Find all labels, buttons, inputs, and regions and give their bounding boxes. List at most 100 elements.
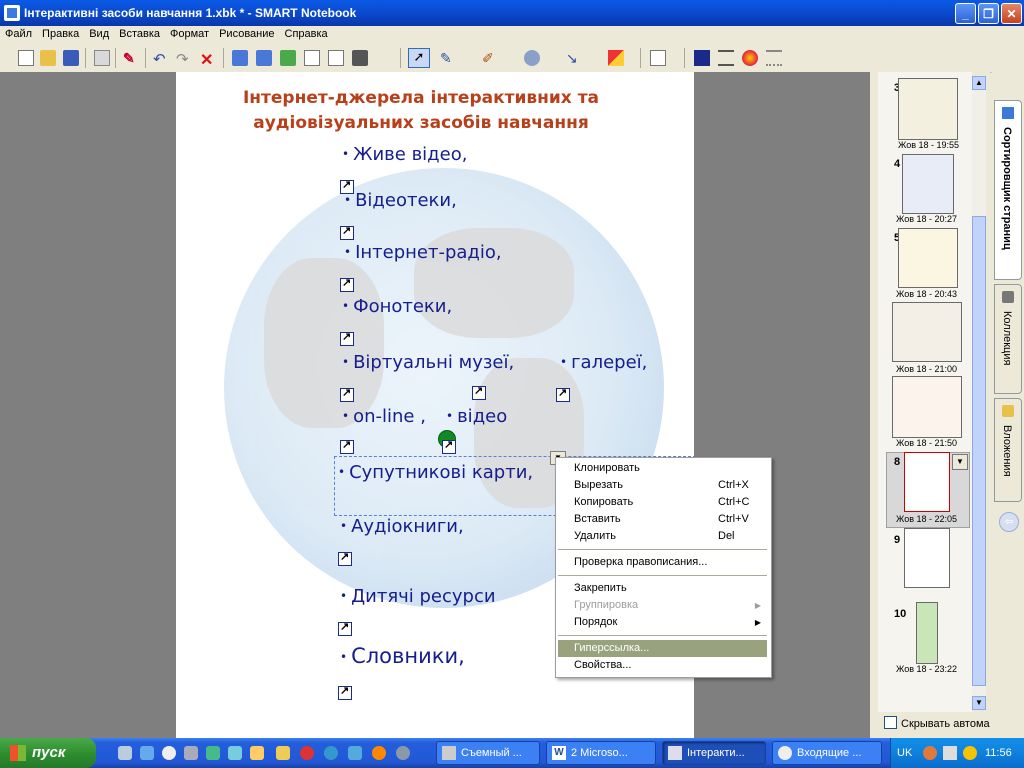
list-item[interactable]: • Інтернет-радіо, [344, 242, 502, 263]
line-width-icon[interactable] [718, 50, 734, 66]
quicklaunch-icon[interactable] [276, 746, 290, 760]
quicklaunch-icon[interactable] [372, 746, 386, 760]
tray-expand-icon[interactable] [923, 746, 937, 760]
list-item[interactable]: • Дитячі ресурси [340, 586, 496, 607]
menu-view[interactable]: Вид [84, 26, 114, 40]
quicklaunch-icon[interactable] [140, 746, 154, 760]
hyperlink-icon[interactable] [442, 438, 456, 454]
shapes-tool-icon[interactable] [608, 50, 624, 66]
quicklaunch-icon[interactable] [118, 746, 132, 760]
window-title-bar[interactable]: Інтерактивні засоби навчання 1.xbk * - S… [0, 0, 1024, 26]
sorter-scrollbar[interactable]: ▲ ▼ [972, 76, 986, 710]
line-tool-icon[interactable]: ↘ [566, 50, 582, 66]
page-thumbnail-10[interactable] [916, 602, 938, 664]
page-thumbnail-3[interactable] [898, 78, 958, 140]
quicklaunch-icon[interactable] [324, 746, 338, 760]
taskbar-item[interactable]: Съемный ... [436, 741, 540, 765]
hyperlink-icon[interactable] [338, 684, 352, 700]
list-item[interactable]: • Живе відео, [342, 144, 467, 165]
menu-item-properties[interactable]: Свойства... [558, 657, 767, 674]
add-page-icon[interactable] [280, 50, 296, 66]
quicklaunch-icon[interactable] [184, 746, 198, 760]
tray-icon[interactable] [943, 746, 957, 760]
hyperlink-icon[interactable] [338, 620, 352, 636]
quicklaunch-icon[interactable] [206, 746, 220, 760]
menu-edit[interactable]: Правка [37, 26, 84, 40]
autohide-checkbox[interactable] [884, 716, 897, 729]
list-item[interactable]: • on-line , [342, 406, 426, 427]
hyperlink-icon[interactable] [340, 386, 354, 402]
menu-item-paste[interactable]: Вставить Ctrl+V [558, 511, 767, 528]
hyperlink-icon[interactable] [340, 330, 354, 346]
menu-item-lock[interactable]: Закрепить [558, 580, 767, 597]
camera-icon[interactable] [352, 50, 368, 66]
eraser-icon[interactable] [524, 50, 540, 66]
page-thumbnail-9[interactable] [904, 528, 950, 588]
paste-icon[interactable] [94, 50, 110, 66]
undo-icon[interactable]: ↶ [153, 50, 169, 68]
list-item[interactable]: • Фонотеки, [342, 296, 452, 317]
tab-gallery[interactable]: Коллекция [994, 284, 1022, 394]
fullscreen-icon[interactable] [328, 50, 344, 66]
save-icon[interactable] [63, 50, 79, 66]
quicklaunch-icon[interactable] [162, 746, 176, 760]
fill-tool-icon[interactable] [650, 50, 666, 66]
language-indicator[interactable]: UK [897, 747, 912, 759]
page-thumbnail-7[interactable] [892, 376, 962, 438]
list-item[interactable]: • відео [446, 406, 507, 427]
hyperlink-icon[interactable] [340, 438, 354, 454]
page-menu-arrow[interactable]: ▼ [952, 454, 968, 470]
taskbar-item-active[interactable]: Інтеракти... [662, 741, 766, 765]
autohide-option[interactable]: Скрывать автома [884, 716, 990, 730]
maximize-button[interactable]: ❐ [978, 3, 999, 24]
taskbar-item[interactable]: W 2 Microso... [546, 741, 656, 765]
tray-icon[interactable] [963, 746, 977, 760]
pen-tool-icon[interactable]: ✎ [440, 50, 456, 66]
open-folder-icon[interactable] [40, 50, 56, 66]
magic-pen-icon[interactable]: ✎ [123, 50, 139, 66]
select-tool-icon[interactable]: ➚ [408, 48, 430, 68]
hyperlink-icon[interactable] [556, 386, 570, 402]
menu-file[interactable]: Файл [0, 26, 37, 40]
redo-icon[interactable]: ↷ [176, 50, 192, 68]
list-item[interactable]: • Аудіокниги, [340, 516, 464, 537]
close-button[interactable]: ✕ [1001, 3, 1022, 24]
menu-item-cut[interactable]: Вырезать Ctrl+X [558, 477, 767, 494]
scroll-up-icon[interactable]: ▲ [972, 76, 986, 90]
previous-page-icon[interactable] [232, 50, 248, 66]
taskbar-item[interactable]: Входящие ... [772, 741, 882, 765]
creative-pen-icon[interactable]: ✐ [482, 50, 498, 66]
quicklaunch-icon[interactable] [250, 746, 264, 760]
page-thumbnail-5[interactable] [898, 228, 958, 288]
list-item[interactable]: • Словники, [340, 644, 465, 668]
next-page-icon[interactable] [256, 50, 272, 66]
line-style-icon[interactable] [766, 50, 782, 66]
menu-item-copy[interactable]: Копировать Ctrl+C [558, 494, 767, 511]
menu-item-spellcheck[interactable]: Проверка правописания... [558, 554, 767, 571]
page-thumbnail-8[interactable] [904, 452, 950, 512]
menu-item-clone[interactable]: Клонировать [558, 460, 767, 477]
page-thumbnail-4[interactable] [902, 154, 954, 214]
quicklaunch-icon[interactable] [348, 746, 362, 760]
line-color-icon[interactable] [694, 50, 710, 66]
list-item[interactable]: • галереї, [560, 352, 647, 373]
quicklaunch-icon[interactable] [300, 746, 314, 760]
tab-page-sorter[interactable]: Сортировщик страниц [994, 100, 1022, 280]
hyperlink-icon[interactable] [340, 276, 354, 292]
menu-item-delete[interactable]: Удалить Del [558, 528, 767, 545]
quicklaunch-icon[interactable] [396, 746, 410, 760]
scroll-down-icon[interactable]: ▼ [972, 696, 986, 710]
tab-attachments[interactable]: Вложения [994, 398, 1022, 502]
screen-shade-icon[interactable] [304, 50, 320, 66]
collapse-panel-icon[interactable]: ⇦ [999, 512, 1019, 532]
scroll-thumb[interactable] [972, 216, 986, 686]
menu-format[interactable]: Формат [165, 26, 214, 40]
color-palette-icon[interactable] [742, 50, 758, 66]
menu-item-order[interactable]: Порядок ▶ [558, 614, 767, 631]
hyperlink-icon[interactable] [472, 384, 486, 400]
page-thumbnail-6[interactable] [892, 302, 962, 362]
menu-draw[interactable]: Рисование [214, 26, 279, 40]
minimize-button[interactable]: _ [955, 3, 976, 24]
menu-item-hyperlink[interactable]: Гиперссылка... [558, 640, 767, 657]
hyperlink-icon[interactable] [340, 224, 354, 240]
